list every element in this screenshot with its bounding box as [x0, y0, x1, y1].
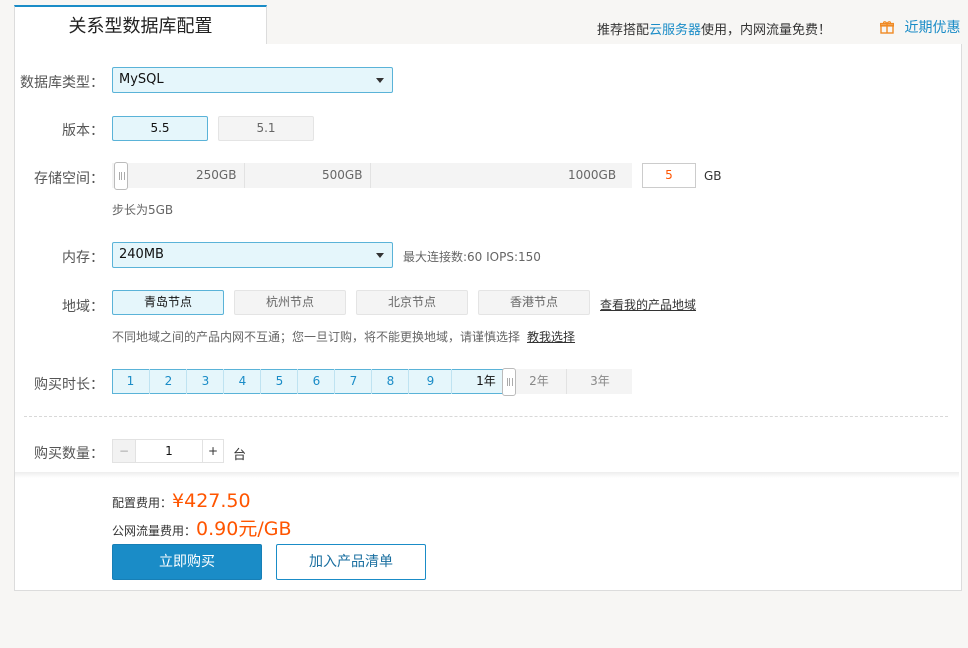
section-divider [24, 416, 948, 417]
version-option-5-1[interactable]: 5.1 [218, 116, 314, 141]
summary-shadow [15, 472, 959, 478]
tab-label: 关系型数据库配置 [68, 16, 213, 37]
region-label: 地域： [62, 299, 104, 315]
memory-select[interactable]: 240MB [112, 242, 393, 268]
traffic-fee-label: 公网流量费用： [112, 524, 197, 538]
storage-input[interactable]: 5 [642, 163, 696, 188]
duration-option-7[interactable]: 7 [334, 369, 372, 394]
add-to-list-button[interactable]: 加入产品清单 [276, 544, 426, 580]
db-type-select[interactable]: MySQL [112, 67, 393, 93]
region-option-beijing[interactable]: 北京节点 [356, 290, 468, 315]
quantity-unit: 台 [233, 448, 247, 463]
duration-option-9[interactable]: 9 [408, 369, 452, 394]
storage-tick-500: 500GB [322, 168, 363, 182]
traffic-fee-value: 0.90元/GB [196, 518, 292, 540]
region-option-hangzhou[interactable]: 杭州节点 [234, 290, 346, 315]
traffic-fee-row: 公网流量费用：0.90元/GB [112, 514, 291, 541]
storage-tick-250: 250GB [196, 168, 237, 182]
quantity-plus-button[interactable]: + [203, 440, 223, 462]
duration-option-6[interactable]: 6 [297, 369, 335, 394]
config-fee-row: 配置费用：¥427.50 [112, 490, 251, 512]
duration-option-3[interactable]: 3 [186, 369, 224, 394]
view-my-regions-link[interactable]: 查看我的产品地域 [600, 296, 696, 313]
teach-me-link[interactable]: 教我选择 [527, 328, 575, 345]
storage-tick-1000: 1000GB [568, 168, 617, 182]
quantity-minus-button[interactable]: − [113, 440, 135, 462]
memory-info: 最大连接数:60 IOPS:150 [403, 250, 541, 264]
duration-option-2[interactable]: 2 [149, 369, 187, 394]
storage-slider-track[interactable]: 250GB 500GB 1000GB [112, 163, 632, 188]
storage-hint: 步长为5GB [112, 203, 174, 217]
quantity-input[interactable]: 1 [135, 440, 203, 462]
gift-icon [879, 20, 895, 38]
duration-option-2y[interactable]: 2年 [510, 369, 567, 394]
db-type-label: 数据库类型： [20, 75, 104, 91]
version-label: 版本： [62, 123, 104, 139]
cloud-server-link[interactable]: 云服务器 [649, 23, 701, 38]
storage-label: 存储空间： [34, 171, 104, 187]
buy-now-button[interactable]: 立即购买 [112, 544, 262, 580]
deals-link[interactable]: 近期优惠 [879, 17, 960, 38]
duration-option-5[interactable]: 5 [260, 369, 298, 394]
duration-label: 购买时长： [34, 377, 104, 393]
memory-label: 内存： [62, 250, 104, 266]
version-option-5-5[interactable]: 5.5 [112, 116, 208, 141]
region-option-qingdao[interactable]: 青岛节点 [112, 290, 224, 315]
duration-option-8[interactable]: 8 [371, 369, 409, 394]
duration-option-3y[interactable]: 3年 [566, 369, 633, 394]
duration-slider-handle[interactable] [502, 368, 516, 396]
chevron-down-icon [376, 253, 384, 258]
duration-option-4[interactable]: 4 [223, 369, 261, 394]
duration-slider-track[interactable]: 1 2 3 4 5 6 7 8 9 1年 2年 3年 [112, 369, 632, 394]
promo-text: 推荐搭配云服务器使用，内网流量免费！ [597, 23, 832, 38]
quantity-label: 购买数量： [34, 446, 104, 462]
storage-unit: GB [704, 169, 722, 183]
chevron-down-icon [376, 78, 384, 83]
tab-rds-config[interactable]: 关系型数据库配置 [14, 5, 267, 45]
quantity-stepper: − 1 + [112, 439, 224, 463]
config-fee-value: ¥427.50 [172, 490, 251, 512]
config-fee-label: 配置费用： [112, 496, 173, 510]
region-option-hongkong[interactable]: 香港节点 [478, 290, 590, 315]
region-warning: 不同地域之间的产品内网不互通；您一旦订购，将不能更换地域，请谨慎选择 [112, 330, 521, 344]
duration-option-1[interactable]: 1 [112, 369, 149, 394]
storage-slider-handle[interactable] [114, 162, 128, 190]
